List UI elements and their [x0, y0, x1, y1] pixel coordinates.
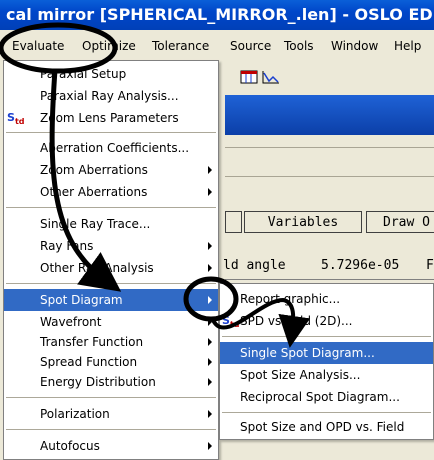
menu-window[interactable]: Window — [331, 30, 378, 62]
menu-optimize[interactable]: Optimize — [82, 30, 136, 62]
table-view-icon[interactable] — [238, 67, 260, 87]
spot-diagram-submenu: Report graphic... Std SPD vs field (2D).… — [219, 283, 434, 440]
menu-separator — [6, 283, 216, 285]
submenu-item-report-graphic[interactable]: Report graphic... — [220, 288, 433, 310]
menu-separator — [6, 429, 216, 431]
menu-separator — [6, 132, 216, 134]
evaluate-menu: Paraxial Setup Paraxial Ray Analysis... … — [3, 60, 219, 460]
menu-item-spot-diagram[interactable]: Spot Diagram — [4, 289, 218, 311]
menu-separator — [222, 412, 431, 414]
menu-tolerance[interactable]: Tolerance — [152, 30, 209, 62]
menu-item-other-aberrations[interactable]: Other Aberrations — [4, 181, 218, 203]
submenu-item-spot-size-analysis[interactable]: Spot Size Analysis... — [220, 364, 433, 386]
submenu-arrow-icon — [208, 410, 212, 418]
submenu-item-spot-size-opd-vs-field[interactable]: Spot Size and OPD vs. Field — [220, 416, 433, 438]
field-suffix: F — [426, 258, 434, 273]
divider — [225, 147, 434, 148]
menu-item-zoom-lens-parameters[interactable]: Std Zoom Lens Parameters — [4, 107, 218, 129]
menu-item-autofocus[interactable]: Autofocus — [4, 435, 218, 457]
menu-tools[interactable]: Tools — [284, 30, 314, 62]
menu-item-energy-distribution[interactable]: Energy Distribution — [4, 371, 218, 393]
menu-item-other-ray-analysis[interactable]: Other Ray Analysis — [4, 257, 218, 279]
submenu-arrow-icon — [208, 188, 212, 196]
background-button[interactable] — [225, 211, 242, 233]
menu-item-wavefront[interactable]: Wavefront — [4, 311, 218, 333]
submenu-item-single-spot-diagram[interactable]: Single Spot Diagram... — [220, 342, 433, 364]
menu-item-zoom-aberrations[interactable]: Zoom Aberrations — [4, 159, 218, 181]
spreadsheet-header-bar — [225, 95, 434, 135]
submenu-item-spd-vs-field[interactable]: Std SPD vs field (2D)... — [220, 310, 433, 332]
menu-item-polarization[interactable]: Polarization — [4, 403, 218, 425]
menu-item-transfer-function[interactable]: Transfer Function — [4, 331, 218, 353]
submenu-arrow-icon — [208, 264, 212, 272]
submenu-arrow-icon — [208, 296, 212, 304]
menu-separator — [6, 397, 216, 399]
draw-button[interactable]: Draw O — [366, 211, 434, 233]
submenu-arrow-icon — [208, 378, 212, 386]
menu-bar: Evaluate Optimize Tolerance Source Tools… — [0, 30, 434, 63]
menu-evaluate[interactable]: Evaluate — [12, 30, 64, 62]
menu-item-single-ray-trace[interactable]: Single Ray Trace... — [4, 213, 218, 235]
menu-item-spread-function[interactable]: Spread Function — [4, 351, 218, 373]
variables-button[interactable]: Variables — [244, 211, 362, 233]
std-icon: Std — [222, 314, 240, 330]
submenu-arrow-icon — [208, 338, 212, 346]
menu-item-paraxial-ray-analysis[interactable]: Paraxial Ray Analysis... — [4, 85, 218, 107]
divider — [225, 176, 434, 177]
menu-source[interactable]: Source — [230, 30, 271, 62]
menu-item-aberration-coefficients[interactable]: Aberration Coefficients... — [4, 137, 218, 159]
window-title: cal mirror [SPHERICAL_MIRROR_.len] - OSL… — [0, 0, 434, 30]
submenu-item-reciprocal-spot-diagram[interactable]: Reciprocal Spot Diagram... — [220, 386, 433, 408]
field-angle-label: ld angle — [223, 258, 286, 273]
menu-separator — [6, 207, 216, 209]
field-angle-value: 5.7296e-05 — [321, 258, 400, 273]
submenu-arrow-icon — [208, 166, 212, 174]
submenu-arrow-icon — [208, 318, 212, 326]
menu-separator — [222, 336, 431, 338]
menu-help[interactable]: Help — [394, 30, 421, 62]
std-icon: Std — [7, 111, 25, 127]
submenu-arrow-icon — [208, 358, 212, 366]
divider — [225, 279, 434, 280]
menu-item-paraxial-setup[interactable]: Paraxial Setup — [4, 63, 218, 85]
graph-view-icon[interactable] — [260, 67, 282, 87]
submenu-arrow-icon — [208, 442, 212, 450]
menu-item-ray-fans[interactable]: Ray Fans — [4, 235, 218, 257]
submenu-arrow-icon — [208, 242, 212, 250]
